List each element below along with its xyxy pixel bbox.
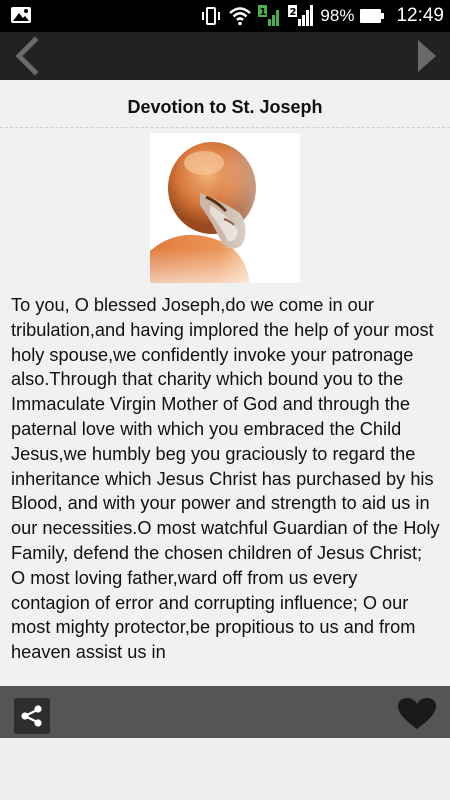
bottom-action-bar [0, 686, 450, 738]
share-icon [21, 705, 42, 727]
chevron-left-icon [15, 36, 39, 76]
footer-blank-area [0, 738, 450, 800]
share-button[interactable] [14, 698, 50, 734]
navigation-bar [0, 32, 450, 80]
content-area[interactable]: Devotion to St. Joseph To you, O blessed… [0, 80, 450, 686]
sim1-label: 1 [260, 7, 267, 18]
next-button[interactable] [412, 32, 442, 80]
heart-icon [398, 698, 436, 729]
favorite-button[interactable] [396, 696, 438, 732]
play-right-icon [418, 40, 436, 72]
st-joseph-image [150, 133, 300, 283]
clock: 12:49 [396, 5, 444, 26]
vibrate-icon [200, 6, 222, 26]
signal-2-icon: 2 [288, 5, 314, 27]
title-divider [0, 127, 450, 128]
wifi-icon [228, 6, 252, 26]
sim2-label: 2 [290, 7, 297, 18]
page-title: Devotion to St. Joseph [127, 97, 323, 117]
battery-percent: 98% [320, 6, 355, 25]
prayer-text: To you, O blessed Joseph,do we come in o… [11, 295, 440, 663]
image-notification-icon [10, 6, 32, 28]
signal-1-icon: 1 [258, 5, 282, 27]
back-button[interactable] [6, 32, 46, 80]
battery-icon [360, 9, 385, 23]
status-bar: 1 2 98% 12:49 [0, 0, 450, 32]
